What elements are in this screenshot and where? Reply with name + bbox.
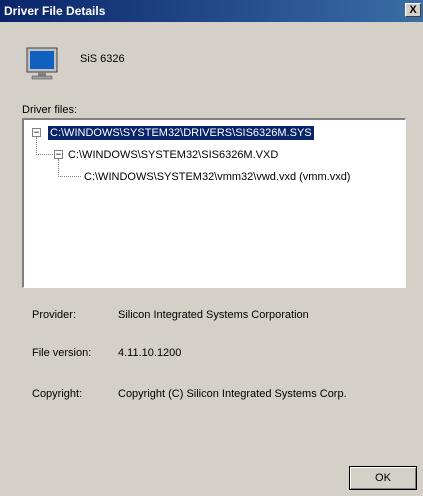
provider-label: Provider: [32, 309, 77, 321]
collapse-icon[interactable]: − [32, 128, 41, 138]
file-version-value: 4.11.10.1200 [118, 347, 182, 359]
close-icon: X [409, 4, 417, 16]
driver-files-tree[interactable]: − C:\WINDOWS\SYSTEM32\DRIVERS\SIS6326M.S… [22, 118, 406, 288]
tree-connector [58, 159, 81, 177]
file-version-label: File version: [32, 347, 92, 359]
provider-value: Silicon Integrated Systems Corporation [118, 309, 309, 321]
copyright-value: Copyright (C) Silicon Integrated Systems… [118, 388, 347, 400]
tree-connector [36, 137, 53, 155]
tree-item-label: C:\WINDOWS\SYSTEM32\vmm32\vwd.vxd (vmm.v… [84, 171, 351, 183]
driver-files-label: Driver files: [22, 104, 78, 116]
ok-button[interactable]: OK [349, 466, 417, 490]
collapse-icon[interactable]: − [54, 150, 63, 160]
device-name: SiS 6326 [80, 53, 125, 65]
copyright-label: Copyright: [32, 388, 83, 400]
tree-item-label: C:\WINDOWS\SYSTEM32\DRIVERS\SIS6326M.SYS [48, 126, 314, 140]
close-button[interactable]: X [405, 3, 421, 17]
monitor-icon [26, 47, 58, 80]
title-bar: Driver File Details X [0, 0, 423, 22]
tree-item-label: C:\WINDOWS\SYSTEM32\SIS6326M.VXD [68, 149, 279, 161]
window-title: Driver File Details [4, 4, 106, 18]
